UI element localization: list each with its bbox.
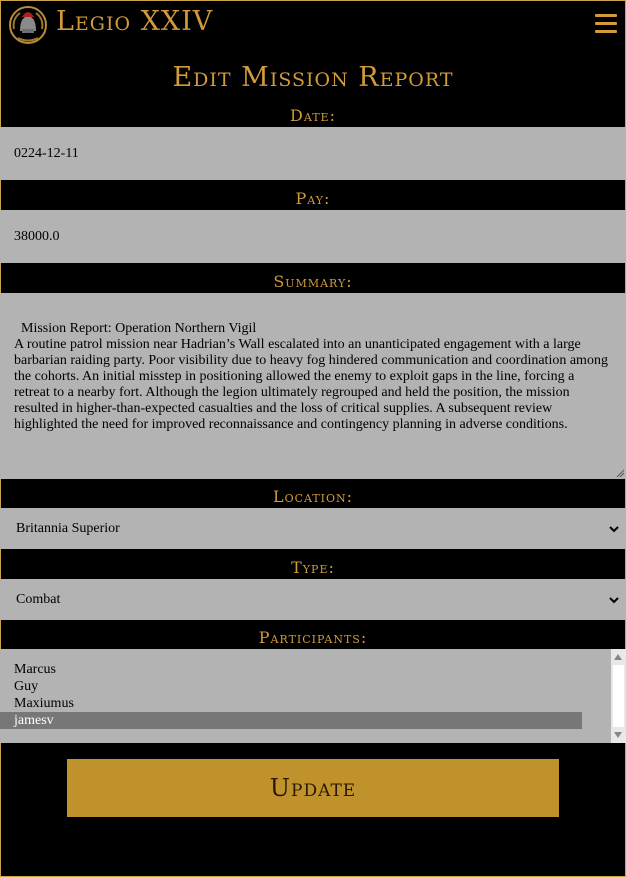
scroll-up-arrow-icon[interactable] xyxy=(614,654,622,660)
date-label: Date: xyxy=(290,106,336,125)
participant-option[interactable]: Marcus xyxy=(0,661,582,678)
type-label: Type: xyxy=(291,558,335,577)
participant-option[interactable]: Maxiumus xyxy=(0,695,582,712)
location-selected-value: Britannia Superior xyxy=(16,520,120,536)
scrollbar-thumb[interactable] xyxy=(613,665,624,727)
participant-option[interactable]: Guy xyxy=(0,678,582,695)
app-brand-title[interactable]: Legio XXIV xyxy=(56,6,213,37)
roman-helmet-laurel-icon[interactable] xyxy=(8,5,48,45)
location-select[interactable]: Britannia Superior xyxy=(0,508,626,549)
app-header: Legio XXIV xyxy=(0,0,626,50)
chevron-down-icon xyxy=(609,596,619,603)
location-label: Location: xyxy=(272,487,354,506)
page-title: Edit Mission Report xyxy=(172,62,454,93)
type-select[interactable]: Combat xyxy=(0,579,626,620)
listbox-scrollbar[interactable] xyxy=(611,649,626,743)
chevron-down-icon xyxy=(609,525,619,532)
summary-text: Mission Report: Operation Northern Vigil… xyxy=(14,321,608,432)
hamburger-menu-icon[interactable] xyxy=(595,14,617,34)
participants-label: Participants: xyxy=(258,628,368,647)
date-input[interactable]: 0224-12-11 xyxy=(0,127,626,180)
participant-option-selected[interactable]: jamesv xyxy=(0,712,582,729)
pay-label: Pay: xyxy=(295,189,331,208)
resize-handle-icon[interactable] xyxy=(616,469,624,477)
summary-textarea[interactable]: Mission Report: Operation Northern Vigil… xyxy=(0,293,626,479)
update-button[interactable]: Update xyxy=(67,759,559,817)
type-selected-value: Combat xyxy=(16,591,61,607)
participants-listbox[interactable]: Marcus Guy Maxiumus jamesv xyxy=(0,649,626,743)
pay-input[interactable]: 38000.0 xyxy=(0,210,626,263)
scroll-down-arrow-icon[interactable] xyxy=(614,732,622,738)
summary-label: Summary: xyxy=(273,272,353,291)
